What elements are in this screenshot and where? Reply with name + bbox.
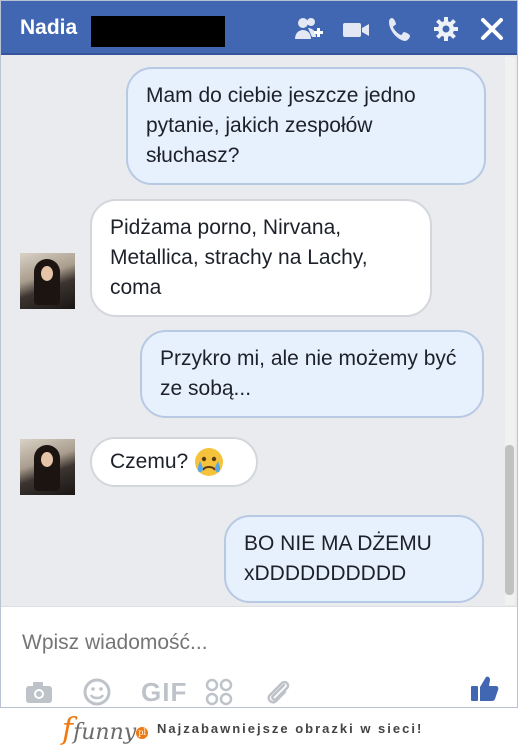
message-text: Pidżama porno, Nirvana, Metallica, strac…: [110, 216, 368, 299]
message-bubble-incoming: Pidżama porno, Nirvana, Metallica, strac…: [90, 199, 432, 317]
add-friend-icon[interactable]: [294, 15, 324, 43]
stickers-icon[interactable]: [203, 677, 235, 707]
message-bubble-incoming: Czemu?: [90, 437, 258, 488]
watermark-footer: ffunny pl Najzabawniejsze obrazki w sieci…: [0, 708, 520, 747]
message-text: Przykro mi, ale nie możemy być ze sobą..…: [160, 347, 457, 400]
thumbs-up-icon[interactable]: [469, 673, 501, 703]
phone-icon[interactable]: [386, 15, 416, 43]
close-icon[interactable]: [477, 15, 507, 43]
message-bubble-outgoing: BO NIE MA DŻEMU xDDDDDDDDDD: [224, 515, 484, 603]
video-call-icon[interactable]: [341, 15, 371, 43]
scrollbar-thumb[interactable]: [505, 445, 514, 595]
chat-titlebar: Nadia: [1, 1, 517, 55]
redacted-surname: [91, 16, 225, 47]
crying-face-icon: [194, 447, 224, 477]
contact-name[interactable]: Nadia: [20, 16, 77, 40]
gear-icon[interactable]: [431, 15, 461, 43]
message-bubble-outgoing: Mam do ciebie jeszcze jedno pytanie, jak…: [126, 67, 486, 185]
avatar[interactable]: [20, 253, 75, 309]
message-list[interactable]: Mam do ciebie jeszcze jedno pytanie, jak…: [1, 55, 517, 606]
brand-slogan: Najzabawniejsze obrazki w sieci!: [157, 721, 424, 736]
paperclip-icon[interactable]: [262, 677, 294, 707]
chat-window: Nadia Mam do ciebie jeszcze jedno pytani…: [0, 0, 518, 708]
smiley-icon[interactable]: [81, 677, 113, 707]
message-text: Mam do ciebie jeszcze jedno pytanie, jak…: [146, 84, 416, 167]
brand-logo: ffunny pl: [62, 712, 149, 747]
message-composer: GIF: [1, 606, 517, 707]
camera-icon[interactable]: [23, 677, 55, 707]
avatar[interactable]: [20, 439, 75, 495]
message-input[interactable]: [20, 627, 464, 659]
message-bubble-outgoing: Przykro mi, ale nie możemy być ze sobą..…: [140, 330, 484, 418]
gif-icon[interactable]: GIF: [141, 677, 187, 707]
message-text: BO NIE MA DŻEMU xDDDDDDDDDD: [244, 532, 432, 585]
message-text: Czemu?: [110, 450, 189, 473]
